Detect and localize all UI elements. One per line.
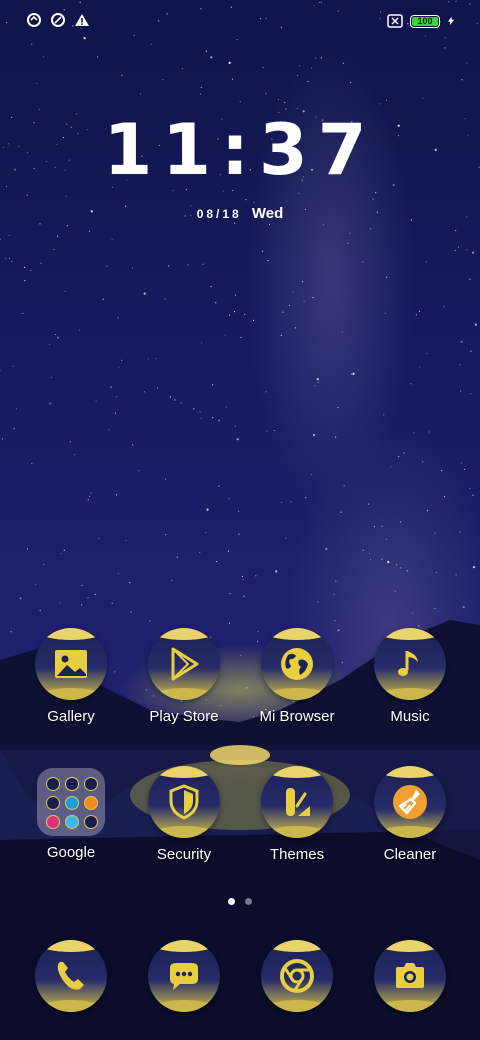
play-store-icon [148, 628, 220, 700]
folder-icon [37, 768, 105, 836]
music-note-icon [374, 628, 446, 700]
status-bar: 100 [0, 0, 480, 44]
dock-phone[interactable] [16, 940, 126, 1012]
date-text: 08/18 [196, 207, 242, 221]
clock-time[interactable]: 11:37 [0, 110, 480, 190]
weekday-text: Wed [251, 205, 284, 222]
app-google-folder[interactable]: Google [16, 766, 126, 861]
app-label: Music [390, 708, 430, 725]
themes-icon [261, 766, 333, 838]
app-label: Google [46, 844, 96, 861]
data-saver-icon [51, 13, 65, 27]
page-indicator [0, 898, 480, 905]
phone-icon [35, 940, 107, 1012]
messages-icon [148, 940, 220, 1012]
app-label: Play Store [149, 708, 219, 725]
app-music[interactable]: Music [355, 628, 465, 725]
dock-camera[interactable] [355, 940, 465, 1012]
broom-icon [374, 766, 446, 838]
dock-messages[interactable] [129, 940, 239, 1012]
camera-icon [374, 940, 446, 1012]
chrome-icon [261, 940, 333, 1012]
image-icon [35, 628, 107, 700]
shield-icon [148, 766, 220, 838]
app-label: Mi Browser [259, 708, 335, 725]
no-sim-icon [387, 14, 403, 28]
warning-icon [75, 14, 89, 26]
battery-level: 100 [417, 15, 433, 26]
app-play-store[interactable]: Play Store [129, 628, 239, 725]
battery-icon: 100 [410, 14, 440, 28]
app-security[interactable]: Security [129, 766, 239, 863]
app-themes[interactable]: Themes [242, 766, 352, 863]
app-label: Gallery [47, 708, 95, 725]
page-dot-1[interactable] [228, 898, 235, 905]
clock-date[interactable]: 08/18 Wed [0, 205, 480, 222]
app-gallery[interactable]: Gallery [16, 628, 126, 725]
charging-icon [447, 16, 455, 26]
dock-chrome[interactable] [242, 940, 352, 1012]
app-label: Cleaner [383, 846, 437, 863]
page-dot-2[interactable] [245, 898, 252, 905]
app-label: Security [156, 846, 212, 863]
data-saver-icon [27, 13, 41, 27]
globe-icon [261, 628, 333, 700]
app-mi-browser[interactable]: Mi Browser [242, 628, 352, 725]
app-label: Themes [269, 846, 325, 863]
app-cleaner[interactable]: Cleaner [355, 766, 465, 863]
